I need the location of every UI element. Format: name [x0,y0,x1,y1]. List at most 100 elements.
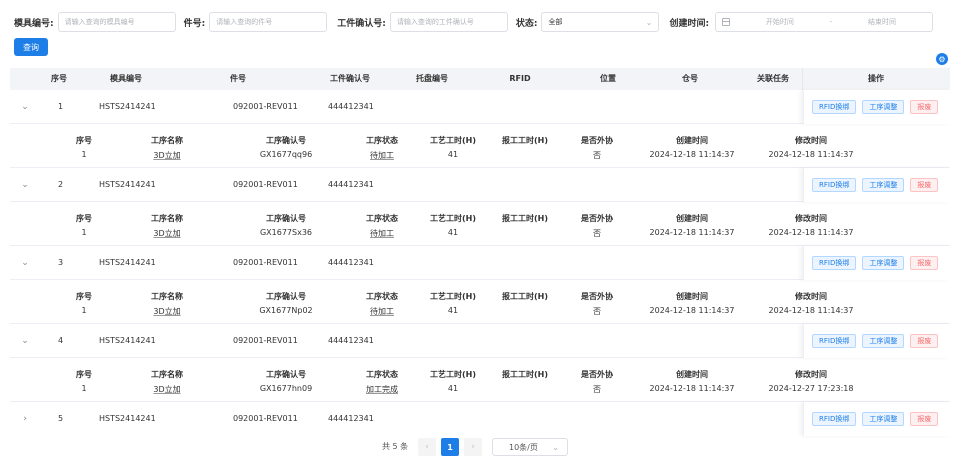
pagination: 共 5 条 ‹ 1 › 10条/页 ⌄ [0,438,960,456]
column-divider [802,68,803,90]
detail-header-created-time: 创建时间 [676,136,708,145]
page-number-current[interactable]: 1 [441,438,459,456]
page-size-select[interactable]: 10条/页 ⌄ [492,438,568,456]
detail-header-modified-time: 修改时间 [795,370,827,379]
detail-header-created-time: 创建时间 [676,214,708,223]
header-warehouse: 仓号 [682,74,698,83]
detail-outsource: 否 [593,151,601,160]
status-select[interactable]: 全部 ⌄ [541,12,660,32]
table-row: ⌄ 2 HSTS2414241 092001-REV011 444412341 … [10,168,950,202]
scrap-button[interactable]: 报废 [910,178,939,192]
row-mold-number: HSTS2414241 [99,414,156,423]
query-button[interactable]: 查询 [14,38,48,56]
detail-header-process-confirm: 工序确认号 [266,214,306,223]
detail-header-outsource: 是否外协 [581,214,613,223]
mold-number-input[interactable]: 请输入查询的模具编号 [57,12,176,32]
collapse-toggle-icon[interactable]: ⌄ [20,168,30,202]
detail-outsource: 否 [593,307,601,316]
header-index: 序号 [51,74,67,83]
detail-created-time: 2024-12-18 11:14:37 [649,228,735,237]
detail-header-process-hours: 工艺工时(H) [429,214,477,223]
header-mold-number: 模具编号 [110,74,142,83]
process-adjust-button[interactable]: 工序调整 [862,412,905,426]
detail-process-name: 3D立加 [153,307,181,316]
detail-header-index: 序号 [76,370,92,379]
calendar-icon [722,18,731,26]
scrap-button[interactable]: 报废 [910,100,939,114]
detail-process-hours: 41 [447,150,459,159]
detail-header-process-name: 工序名称 [151,136,183,145]
detail-header-created-time: 创建时间 [676,370,708,379]
table-row: › 5 HSTS2414241 092001-REV011 444412341 … [10,402,950,436]
detail-created-time: 2024-12-18 11:14:37 [649,306,735,315]
row-mold-number: HSTS2414241 [99,102,156,111]
rfid-rebind-button[interactable]: RFID换绑 [812,256,857,270]
rfid-rebind-button[interactable]: RFID换绑 [812,178,857,192]
table-row: ⌄ 4 HSTS2414241 092001-REV011 444412341 … [10,324,950,358]
settings-icon[interactable]: ⚙ [936,53,948,65]
process-detail: 序号 工序名称 工序确认号 工序状态 工艺工时(H) 报工工时(H) 是否外协 … [10,202,950,246]
process-detail: 序号 工序名称 工序确认号 工序状态 工艺工时(H) 报工工时(H) 是否外协 … [10,124,950,168]
detail-header-process-status: 工序状态 [366,292,398,301]
rfid-rebind-button[interactable]: RFID换绑 [812,334,857,348]
next-page-icon[interactable]: › [464,438,482,456]
row-index: 2 [58,180,64,189]
start-time-input[interactable]: 开始时间 [766,17,794,27]
row-confirm-number: 444412341 [328,414,374,423]
detail-header-index: 序号 [76,292,92,301]
row-index: 4 [58,336,64,345]
detail-index: 1 [81,384,87,393]
part-number-input[interactable]: 请输入查询的件号 [209,12,328,32]
row-index: 5 [58,414,64,423]
process-detail: 序号 工序名称 工序确认号 工序状态 工艺工时(H) 报工工时(H) 是否外协 … [10,280,950,324]
header-part-number: 件号 [230,74,246,83]
detail-header-report-hours: 报工工时(H) [501,214,549,223]
expand-toggle-icon[interactable]: › [20,402,30,436]
detail-index: 1 [81,228,87,237]
detail-outsource: 否 [593,385,601,394]
detail-header-report-hours: 报工工时(H) [501,370,549,379]
detail-modified-time: 2024-12-18 11:14:37 [768,228,854,237]
process-adjust-button[interactable]: 工序调整 [862,178,905,192]
collapse-toggle-icon[interactable]: ⌄ [20,324,30,358]
range-separator: - [829,18,833,26]
row-mold-number: HSTS2414241 [99,258,156,267]
header-confirm-number: 工件确认号 [330,74,370,83]
mold-number-label: 模具编号: [14,18,54,29]
collapse-toggle-icon[interactable]: ⌄ [20,90,30,124]
row-index: 1 [58,102,64,111]
detail-outsource: 否 [593,229,601,238]
detail-header-process-name: 工序名称 [151,214,183,223]
collapse-toggle-icon[interactable]: ⌄ [20,246,30,280]
detail-index: 1 [81,150,87,159]
rfid-rebind-button[interactable]: RFID换绑 [812,412,857,426]
row-operations: RFID换绑 工序调整 报废 [803,246,950,280]
rfid-rebind-button[interactable]: RFID换绑 [812,100,857,114]
row-part-number: 092001-REV011 [233,336,298,345]
detail-process-status: 待加工 [370,151,394,160]
detail-header-process-status: 工序状态 [366,214,398,223]
detail-header-report-hours: 报工工时(H) [501,292,549,301]
detail-header-process-confirm: 工序确认号 [266,136,306,145]
detail-header-process-confirm: 工序确认号 [266,370,306,379]
date-range-picker[interactable]: 开始时间 - 结束时间 [715,12,934,32]
confirm-number-input[interactable]: 请输入查询的工件确认号 [389,12,508,32]
end-time-input[interactable]: 结束时间 [868,17,896,27]
table-row: ⌄ 1 HSTS2414241 092001-REV011 444412341 … [10,90,950,124]
table-header: 序号 模具编号 件号 工件确认号 托盘编号 RFID 位置 仓号 关联任务 操作 [10,68,950,90]
scrap-button[interactable]: 报废 [910,256,939,270]
detail-header-process-confirm: 工序确认号 [266,292,306,301]
scrap-button[interactable]: 报废 [910,334,939,348]
detail-header-process-hours: 工艺工时(H) [429,136,477,145]
process-adjust-button[interactable]: 工序调整 [862,256,905,270]
process-adjust-button[interactable]: 工序调整 [862,334,905,348]
scrap-button[interactable]: 报废 [910,412,939,426]
status-label: 状态: [515,18,538,29]
prev-page-icon[interactable]: ‹ [418,438,436,456]
detail-header-index: 序号 [76,214,92,223]
process-adjust-button[interactable]: 工序调整 [862,100,905,114]
detail-process-name: 3D立加 [153,385,181,394]
row-confirm-number: 444412341 [328,336,374,345]
detail-header-modified-time: 修改时间 [795,136,827,145]
detail-header-process-status: 工序状态 [366,136,398,145]
